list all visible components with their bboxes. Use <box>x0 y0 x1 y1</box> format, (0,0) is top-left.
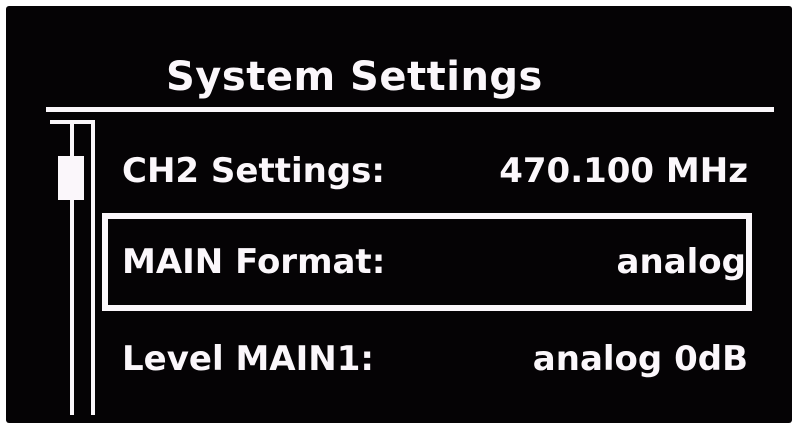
menu-item-level-main1[interactable]: Level MAIN1: analog 0dB <box>102 324 752 394</box>
menu-item-value: analog 0dB <box>532 339 748 379</box>
scrollbar-thumb[interactable] <box>58 156 84 200</box>
menu-item-label: CH2 Settings: <box>122 151 385 191</box>
scrollbar-track-right <box>91 120 95 415</box>
screen-title: System Settings <box>166 54 543 100</box>
menu-item-value: analog <box>616 242 746 282</box>
menu-item-label: MAIN Format: <box>122 242 386 282</box>
oled-display: System Settings CH2 Settings: 470.100 MH… <box>6 6 792 423</box>
menu-item-value: 470.100 MHz <box>499 151 748 191</box>
title-divider <box>46 107 774 112</box>
device-frame: System Settings CH2 Settings: 470.100 MH… <box>0 0 798 431</box>
menu-item-ch2-settings[interactable]: CH2 Settings: 470.100 MHz <box>102 136 752 206</box>
menu-item-main-format-selected[interactable]: MAIN Format: analog <box>102 213 752 311</box>
menu-item-label: Level MAIN1: <box>122 339 374 379</box>
